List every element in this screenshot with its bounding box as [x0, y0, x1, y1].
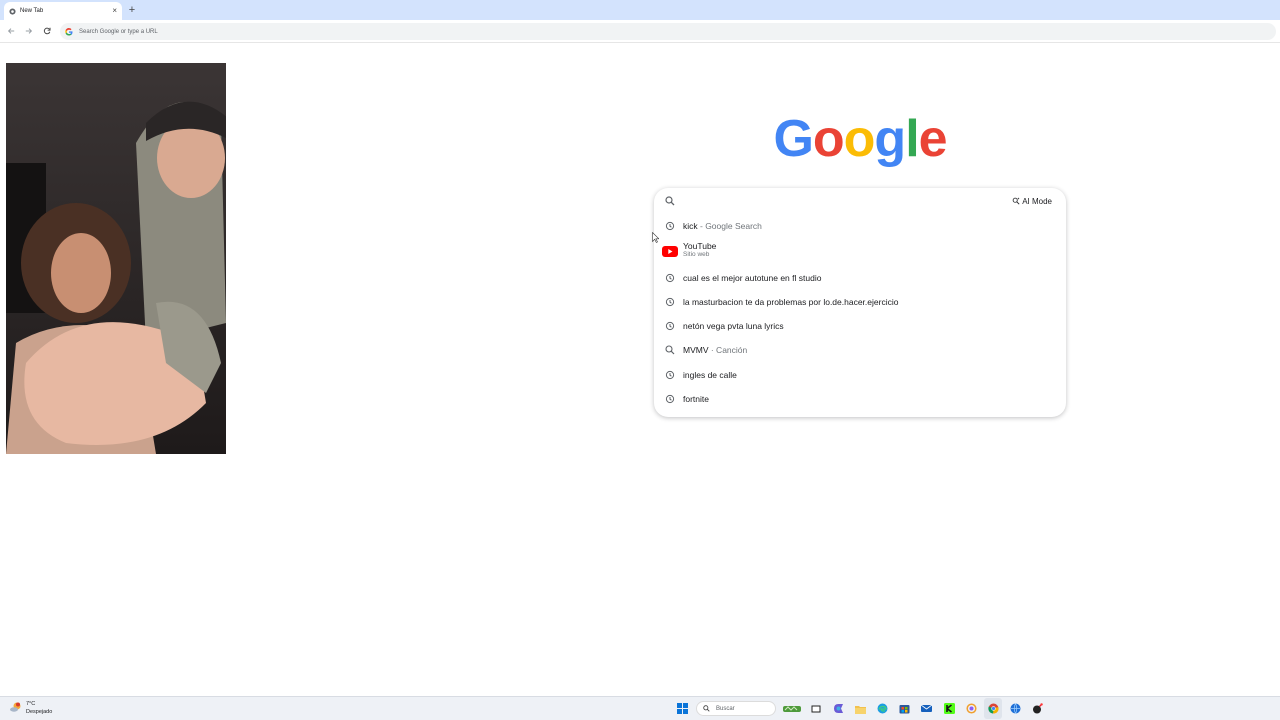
- history-icon: [665, 221, 675, 231]
- suggestion-text: ingles de calle: [683, 370, 737, 380]
- new-tab-button[interactable]: +: [126, 4, 138, 16]
- edge-icon: [877, 703, 888, 714]
- store-icon: [899, 705, 910, 714]
- tab-strip: New Tab × +: [0, 0, 1280, 20]
- suggestion-item[interactable]: fortnite: [654, 393, 1066, 405]
- tab-close-button[interactable]: ×: [112, 7, 117, 15]
- search-icon: [665, 345, 675, 355]
- suggestion-item[interactable]: la masturbacion te da problemas por lo.d…: [654, 296, 1066, 308]
- ring-icon: [966, 703, 977, 714]
- search-dropdown: AI Mode kick - Google Search YouTube Sit…: [654, 188, 1066, 417]
- forward-button[interactable]: [23, 25, 35, 37]
- suggestion-item[interactable]: MVMV · Canción: [654, 344, 1066, 356]
- google-g-icon: [65, 27, 73, 36]
- tab-new-tab[interactable]: New Tab ×: [4, 2, 122, 20]
- google-logo: Google: [773, 110, 947, 168]
- suggestion-subtext: Sitio web: [683, 251, 710, 258]
- back-arrow-icon: [7, 28, 15, 34]
- file-explorer-button[interactable]: [854, 702, 867, 715]
- edge-button[interactable]: [876, 702, 889, 715]
- suggestion-item[interactable]: ingles de calle: [654, 369, 1066, 381]
- search-icon: [703, 705, 710, 712]
- ai-mode-button[interactable]: AI Mode: [1008, 194, 1056, 208]
- copilot-icon: [834, 704, 843, 713]
- weather-temp: 7°C: [26, 701, 36, 707]
- app-button-ring[interactable]: [965, 702, 978, 715]
- globe-icon: [1010, 703, 1021, 714]
- task-view-icon: [811, 705, 820, 712]
- suggestion-text: YouTube: [683, 241, 717, 251]
- video-overlay: [6, 63, 226, 454]
- taskbar-search-placeholder: Buscar: [716, 705, 735, 712]
- history-icon: [665, 297, 675, 307]
- taskbar: 7°C Despejado Buscar: [0, 696, 1280, 720]
- suggestion-text-wrap: MVMV · Canción: [683, 345, 747, 355]
- suggestion-subtext: · Canción: [708, 345, 748, 355]
- svg-text:Google: Google: [773, 110, 946, 168]
- suggestion-subtext: - Google Search: [697, 221, 762, 231]
- search-icon: [665, 196, 675, 206]
- suggestion-text: kick: [683, 221, 698, 231]
- chrome-button[interactable]: [987, 702, 1000, 715]
- suggestion-text: cual es el mejor autotune en fl studio: [683, 273, 822, 283]
- history-icon: [665, 370, 675, 380]
- chrome-icon: [9, 7, 16, 15]
- mouse-cursor-icon: [652, 232, 659, 243]
- suggestion-item-youtube[interactable]: YouTube Sitio web: [654, 241, 1066, 263]
- ai-mode-icon: [1012, 197, 1020, 205]
- widgets-button[interactable]: [783, 702, 801, 715]
- youtube-icon: [662, 246, 678, 257]
- start-button[interactable]: [676, 702, 689, 715]
- suggestion-text: la masturbacion te da problemas por lo.d…: [683, 297, 899, 307]
- windows-icon: [677, 703, 688, 714]
- app-button-kick[interactable]: [943, 702, 956, 715]
- browser-toolbar: Search Google or type a URL: [0, 20, 1280, 43]
- suggestion-item[interactable]: netón vega pvta luna lyrics: [654, 320, 1066, 332]
- task-view-button[interactable]: [809, 702, 822, 715]
- suggestion-text: netón vega pvta luna lyrics: [683, 321, 784, 331]
- search-input[interactable]: AI Mode: [654, 188, 1066, 214]
- chrome-icon: [988, 703, 999, 714]
- taskbar-search[interactable]: Buscar: [696, 701, 776, 716]
- history-icon: [665, 321, 675, 331]
- omnibox[interactable]: Search Google or type a URL: [60, 23, 1276, 40]
- suggestion-item[interactable]: cual es el mejor autotune en fl studio: [654, 272, 1066, 284]
- app-button-bomb[interactable]: [1031, 702, 1044, 715]
- video-frame-image: [6, 63, 226, 454]
- copilot-button[interactable]: [832, 702, 845, 715]
- folder-icon: [855, 705, 866, 714]
- mail-icon: [921, 704, 932, 712]
- back-button[interactable]: [5, 25, 17, 37]
- weather-widget[interactable]: 7°C Despejado: [10, 699, 70, 719]
- reload-icon: [43, 27, 51, 35]
- weather-condition: Despejado: [26, 709, 53, 715]
- suggestion-text-wrap: kick - Google Search: [683, 221, 762, 231]
- tab-title: New Tab: [20, 8, 44, 14]
- app-button-mail[interactable]: [920, 702, 933, 715]
- suggestion-text: MVMV: [683, 345, 709, 355]
- history-icon: [665, 394, 675, 404]
- reload-button[interactable]: [41, 25, 53, 37]
- weather-icon: [10, 702, 21, 712]
- kick-icon: [944, 703, 955, 714]
- suggestion-text: fortnite: [683, 394, 709, 404]
- suggestion-item[interactable]: kick - Google Search: [654, 220, 1066, 232]
- forward-arrow-icon: [25, 28, 33, 34]
- store-button[interactable]: [898, 702, 911, 715]
- ai-mode-label: AI Mode: [1022, 196, 1052, 206]
- history-icon: [665, 273, 675, 283]
- bomb-icon: [1033, 703, 1043, 714]
- omnibox-placeholder: Search Google or type a URL: [79, 28, 158, 35]
- widgets-icon: [783, 705, 801, 712]
- app-button-globe[interactable]: [1009, 702, 1022, 715]
